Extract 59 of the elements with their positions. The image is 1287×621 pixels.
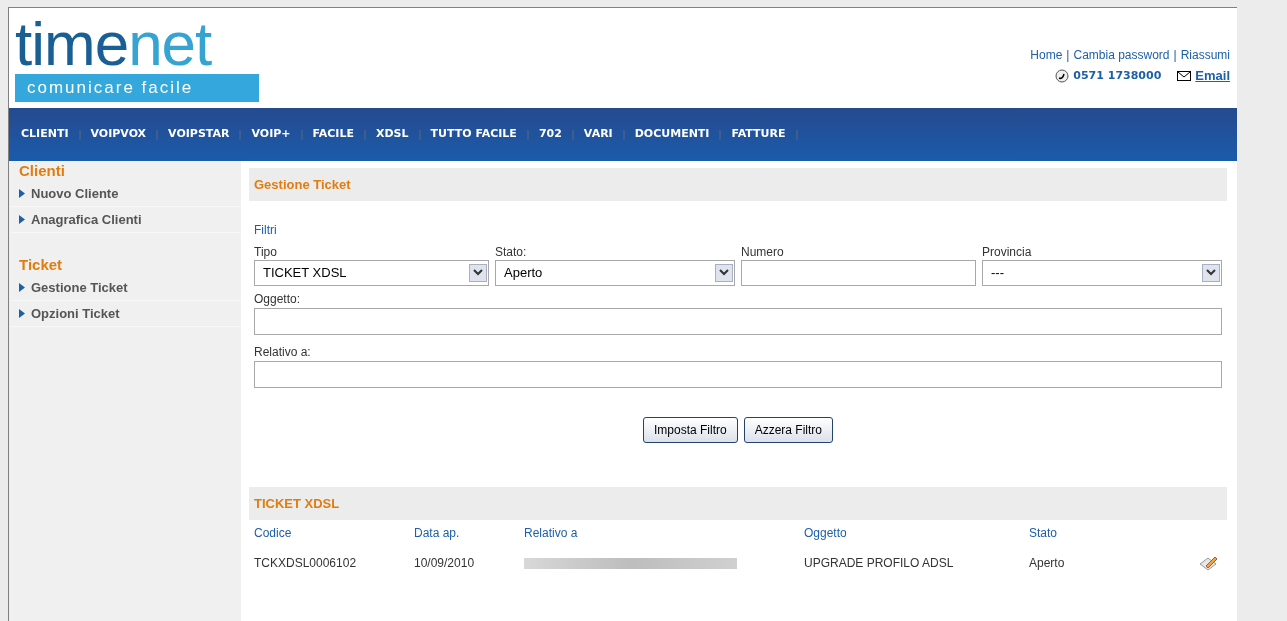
sidebar-heading: Ticket	[18, 255, 64, 275]
dropdown-field[interactable]: ---	[982, 260, 1222, 286]
sidebar-item[interactable]: Nuovo Cliente	[11, 181, 241, 207]
triangle-icon	[19, 283, 25, 292]
email-link[interactable]: Email	[1195, 66, 1230, 86]
field-label: Oggetto:	[254, 291, 302, 308]
filter-button[interactable]: Imposta Filtro	[642, 417, 738, 443]
nav-item[interactable]: FACILE	[312, 126, 354, 143]
header-link[interactable]: Riassumi	[1180, 46, 1230, 64]
link-separator: |	[1173, 47, 1177, 64]
input-field[interactable]	[741, 260, 976, 286]
logo-tagline: comunicare facile	[15, 74, 259, 102]
field-label: Relativo a:	[254, 344, 312, 361]
edit-icon[interactable]	[1198, 554, 1218, 572]
section-header: TICKET XDSL	[249, 487, 1227, 520]
section-header: Gestione Ticket	[249, 168, 1227, 201]
column-header: Stato	[1029, 525, 1059, 542]
input-field[interactable]	[254, 361, 1222, 388]
table-cell-text: Aperto	[1029, 555, 1066, 572]
table-cell-text: UPGRADE PROFILO ADSL	[804, 555, 955, 572]
header-link[interactable]: Home	[1030, 46, 1063, 64]
sidebar-item[interactable]: Opzioni Ticket	[11, 301, 241, 327]
column-header: Codice	[254, 525, 293, 542]
input-field[interactable]	[254, 308, 1222, 335]
column-header: Relativo a	[524, 525, 579, 542]
nav-item[interactable]: XDSL	[376, 126, 409, 143]
dropdown-field[interactable]: Aperto	[495, 260, 735, 286]
triangle-icon	[19, 309, 25, 318]
column-header: Oggetto	[804, 525, 848, 542]
column-header: Data ap.	[414, 525, 461, 542]
nav-item[interactable]: CLIENTI	[21, 126, 69, 143]
triangle-icon	[19, 189, 25, 198]
nav-item[interactable]: VARI	[583, 126, 613, 143]
sidebar-item[interactable]: Anagrafica Clienti	[11, 207, 241, 233]
nav-item[interactable]: VOIP+	[251, 126, 291, 143]
nav-item[interactable]: VOIPVOX	[90, 126, 147, 143]
field-label: Numero	[741, 244, 785, 260]
field-label: Tipo	[254, 244, 278, 260]
phone-icon	[1055, 68, 1070, 83]
table-cell-text: 10/09/2010	[414, 555, 476, 572]
sidebar-heading: Clienti	[18, 161, 66, 181]
nav-item[interactable]: DOCUMENTI	[634, 126, 710, 143]
table-cell-text: TCKXDSL0006102	[254, 555, 358, 572]
filter-button[interactable]: Azzera Filtro	[743, 417, 833, 443]
sidebar-item[interactable]: Gestione Ticket	[11, 275, 241, 301]
dropdown-field[interactable]: TICKET XDSL	[254, 260, 489, 286]
header-link[interactable]: Cambia password	[1073, 46, 1170, 64]
phone-number: 0571 1738000	[1073, 67, 1162, 84]
link-separator: |	[1066, 47, 1070, 64]
field-label: Provincia	[982, 244, 1033, 260]
filters-label: Filtri	[254, 222, 278, 239]
triangle-icon	[19, 215, 25, 224]
nav-item[interactable]: FATTURE	[731, 126, 786, 143]
nav-item[interactable]: TUTTO FACILE	[430, 126, 517, 143]
nav-item[interactable]: VOIPSTAR	[168, 126, 230, 143]
field-label: Stato:	[495, 244, 528, 260]
envelope-icon	[1177, 70, 1192, 81]
nav-item[interactable]: 702	[538, 126, 562, 143]
logo-wordmark: timenet	[15, 14, 212, 74]
